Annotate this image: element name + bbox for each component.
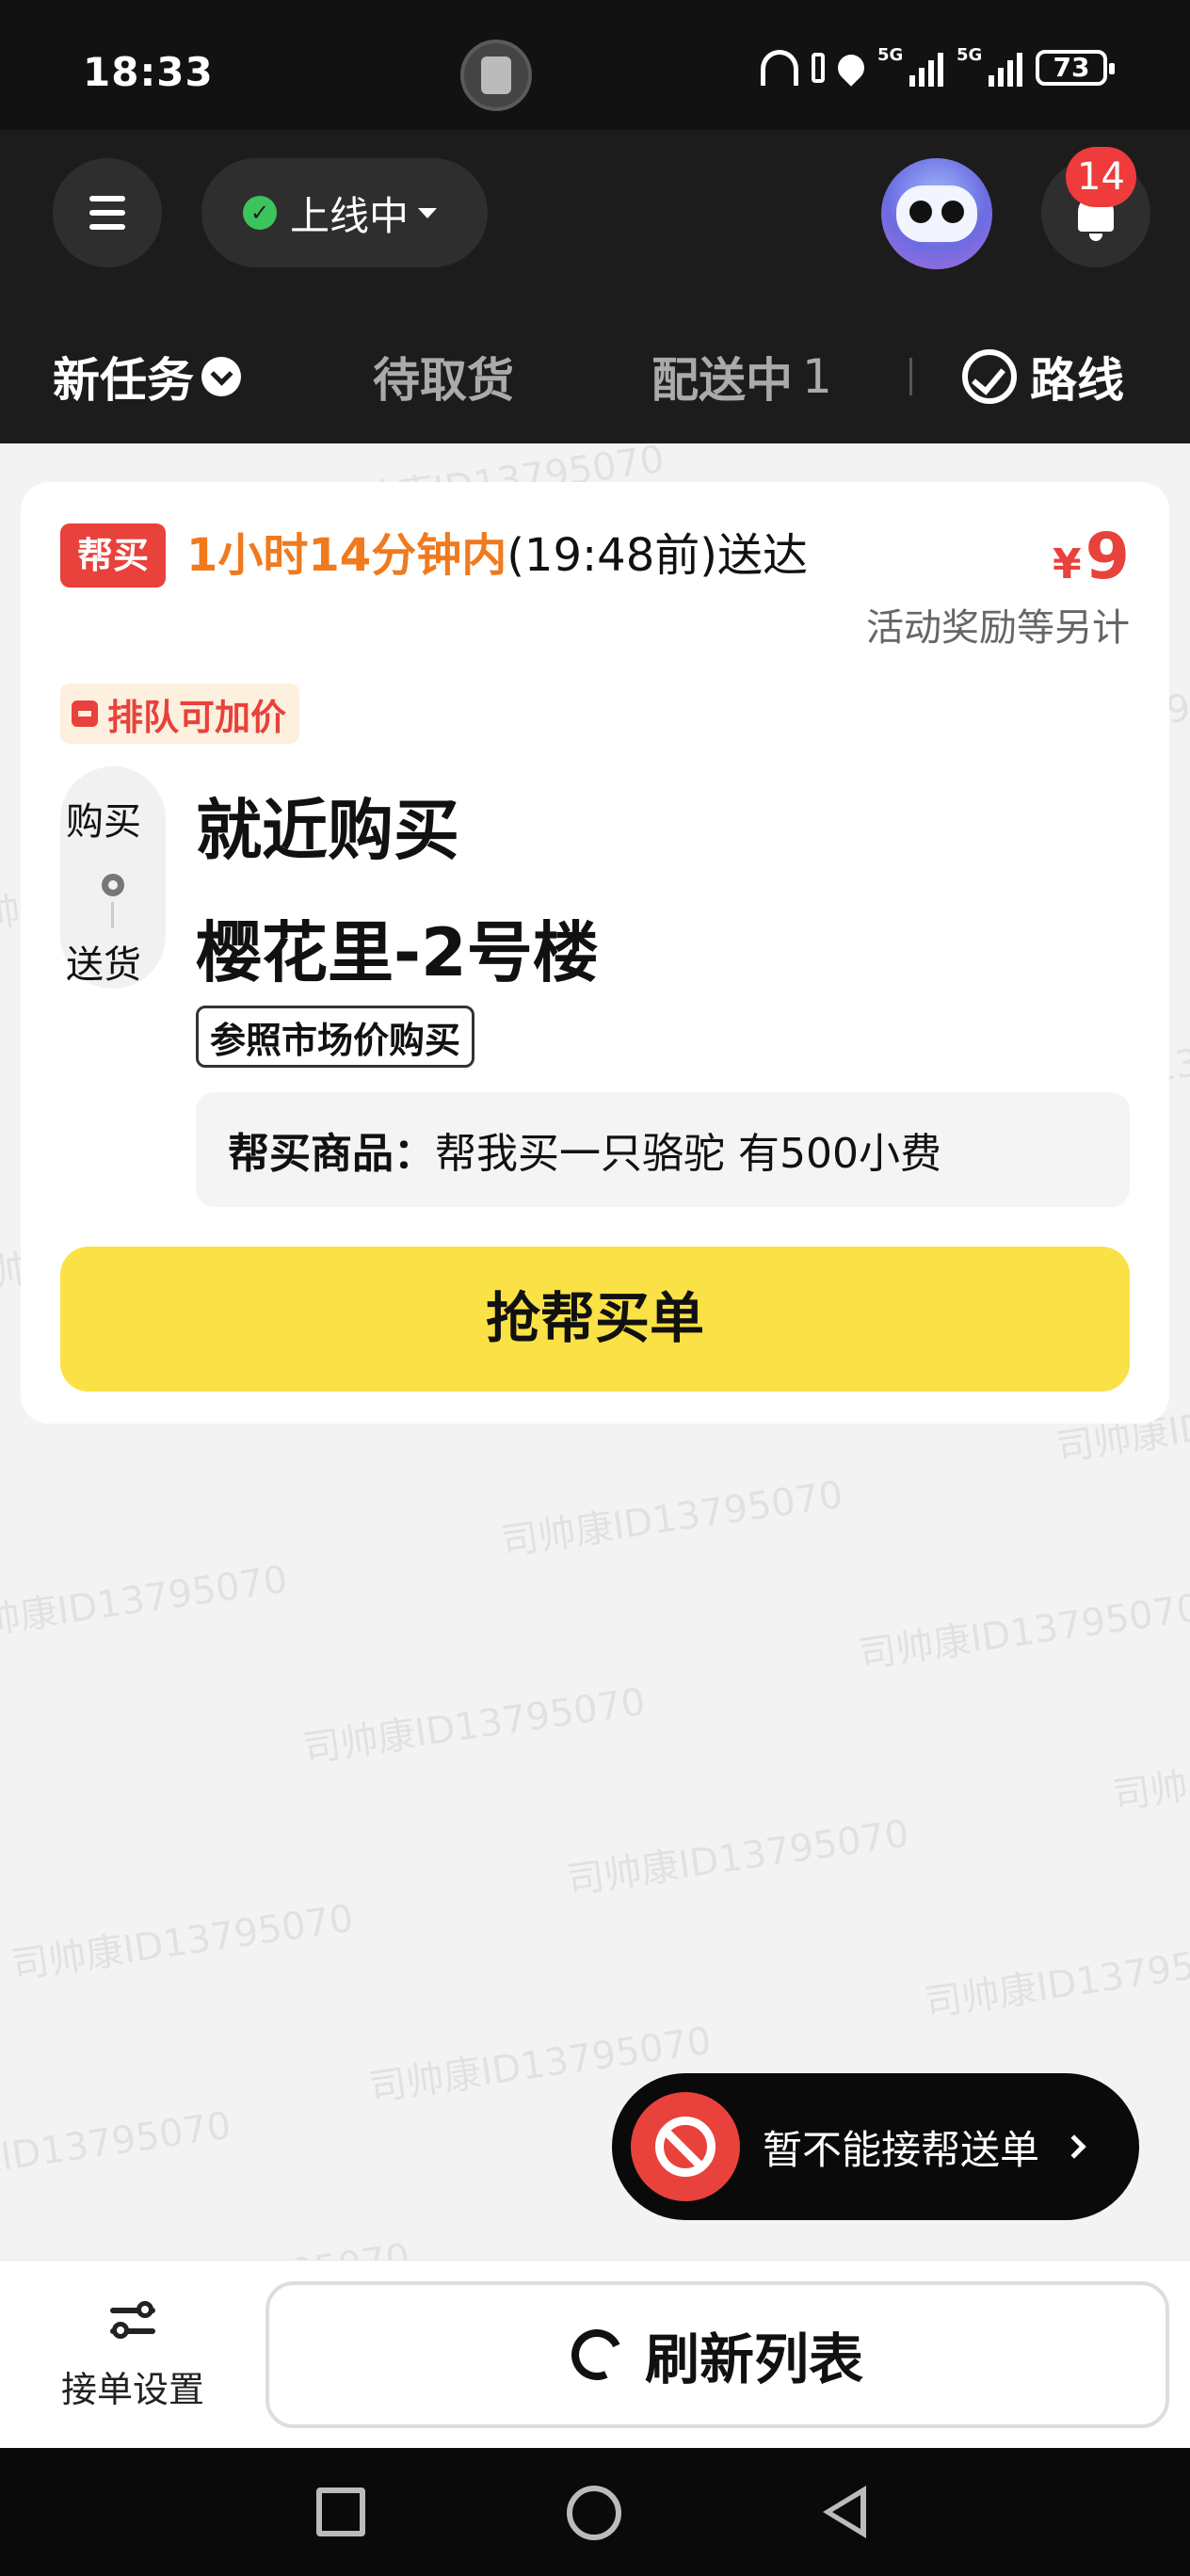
order-type-tag: 帮买 [60, 523, 166, 588]
watermark: 司帅康ID13795070 [0, 2103, 234, 2196]
route-send-label: 送货 [66, 943, 141, 987]
deadline-highlight: 1小时14分钟内 [186, 529, 507, 582]
signal-icon-2: 5G [957, 45, 1022, 87]
app-header: ✓ 上线中 14 新任务 待取货 配送中 1 路线 [0, 130, 1190, 572]
coupon-icon [72, 700, 98, 727]
chevron-down-icon [201, 357, 241, 396]
route-divider [111, 902, 114, 928]
order-settings-label: 接单设置 [60, 2369, 204, 2410]
watermark: 司帅康ID13795070 [1110, 1727, 1190, 1819]
cannot-accept-notice[interactable]: 暂不能接帮送单 [612, 2073, 1139, 2220]
chevron-right-icon [1062, 2134, 1086, 2159]
goods-info: 帮买商品： 帮我买一只骆驼 有500小费 [196, 1092, 1130, 1207]
location-pin-icon [102, 874, 124, 896]
tab-new-tasks-label: 新任务 [53, 353, 194, 408]
tab-route-label: 路线 [1030, 353, 1124, 408]
robot-assistant-button[interactable] [881, 158, 992, 269]
watermark: 司帅康ID13795070 [300, 1680, 649, 1772]
tab-delivering-label: 配送中 [651, 353, 793, 408]
status-bar: 18:33 5G 5G 73 [0, 0, 1190, 130]
menu-button[interactable] [53, 158, 162, 267]
watermark: 司帅康ID13795070 [564, 1811, 912, 1904]
price-value: 9 [1085, 520, 1130, 594]
notification-badge: 14 [1066, 147, 1136, 207]
online-status-label: 上线中 [290, 192, 410, 239]
goods-label: 帮买商品： [228, 1130, 435, 1178]
signal-icon-1: 5G [877, 45, 943, 87]
battery-icon: 73 [1036, 50, 1115, 86]
order-price: ¥9 [1053, 523, 1130, 599]
ban-icon [631, 2092, 740, 2201]
refresh-list-label: 刷新列表 [644, 2327, 863, 2391]
back-icon[interactable] [823, 2486, 866, 2538]
order-card[interactable]: 帮买 1小时14分钟内(19:48前)送达 ¥9 活动奖励等另计 排队可加价 购… [21, 482, 1169, 1424]
status-time: 18:33 [83, 49, 214, 95]
watermark: 司帅康ID13795070 [498, 1473, 846, 1565]
vibrate-icon [812, 53, 825, 83]
goods-value: 帮我买一只骆驼 有500小费 [435, 1130, 941, 1178]
notice-text: 暂不能接帮送单 [763, 2126, 1040, 2173]
queue-bonus-label: 排队可加价 [107, 696, 287, 738]
watermark: 司帅康ID13795070 [0, 1557, 291, 1650]
task-tabs: 新任务 待取货 配送中 1 路线 [0, 309, 1190, 572]
refresh-list-button[interactable]: 刷新列表 [265, 2281, 1169, 2428]
check-icon: ✓ [243, 196, 277, 230]
reward-note: 活动奖励等另计 [866, 606, 1130, 650]
delivery-address: 樱花里-2号楼 [196, 914, 599, 991]
caret-down-icon [418, 207, 438, 218]
watermark: 司帅康ID13795070 [8, 1896, 357, 1988]
tab-divider [909, 358, 912, 395]
price-symbol: ¥ [1053, 540, 1082, 588]
route-icon [962, 349, 1017, 404]
purchase-location: 就近购买 [196, 792, 459, 869]
system-nav-bar [0, 2448, 1190, 2576]
robot-icon [896, 185, 977, 242]
delivery-deadline: 1小时14分钟内(19:48前)送达 [186, 523, 808, 588]
status-icons: 5G 5G 73 [761, 45, 1115, 87]
tab-delivering[interactable]: 配送中 1 [651, 343, 832, 411]
market-price-tag: 参照市场价购买 [196, 1006, 475, 1068]
grab-order-button[interactable]: 抢帮买单 [60, 1247, 1130, 1392]
tab-new-tasks[interactable]: 新任务 [53, 343, 241, 411]
location-icon [832, 49, 870, 87]
route-buy-label: 购买 [66, 800, 141, 844]
watermark: 司帅康ID13795070 [856, 1586, 1190, 1678]
menu-icon [89, 196, 125, 201]
queue-bonus-tag: 排队可加价 [60, 684, 300, 744]
status-notification-avatar [460, 40, 532, 111]
signal-label-2: 5G [957, 45, 983, 65]
signal-label-1: 5G [877, 45, 904, 65]
tab-delivering-count: 1 [802, 349, 832, 404]
settings-icon [105, 2298, 161, 2345]
home-icon[interactable] [567, 2486, 621, 2540]
bottom-action-bar: 接单设置 刷新列表 [0, 2260, 1190, 2448]
recents-icon[interactable] [316, 2487, 365, 2536]
online-status-toggle[interactable]: ✓ 上线中 [201, 158, 488, 267]
refresh-icon [564, 2322, 630, 2388]
deadline-rest: (19:48前)送达 [507, 529, 808, 582]
headphones-icon [761, 50, 798, 86]
watermark: 司帅康ID13795070 [922, 1934, 1190, 2026]
tab-to-pickup[interactable]: 待取货 [373, 343, 514, 411]
tab-route[interactable]: 路线 [962, 343, 1124, 411]
order-settings-button[interactable]: 接单设置 [55, 2298, 211, 2412]
